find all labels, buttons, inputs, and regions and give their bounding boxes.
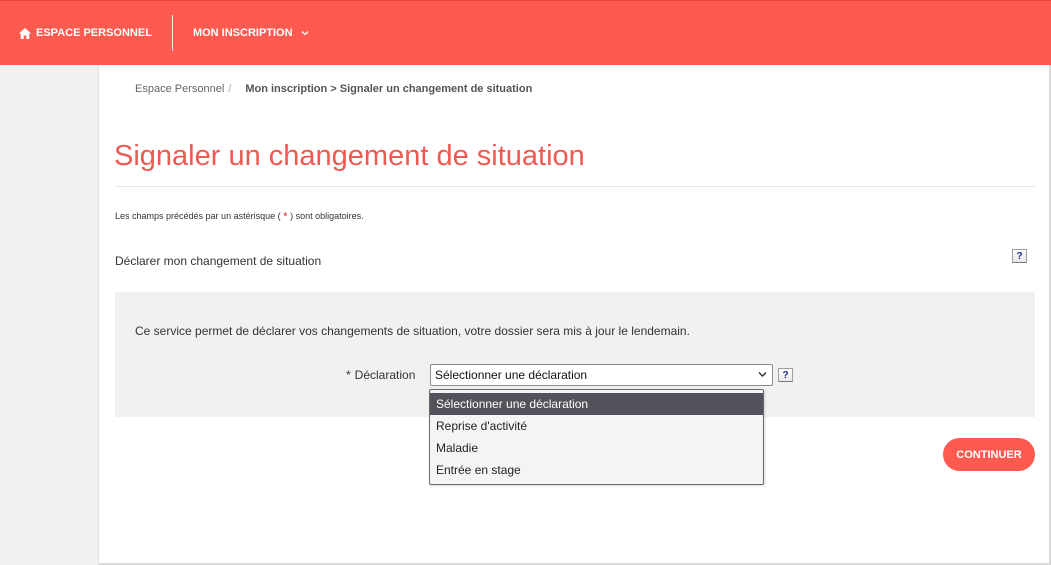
breadcrumb: Espace Personnel / Mon inscription > Sig… [135, 83, 532, 95]
nav-home-label: ESPACE PERSONNEL [36, 27, 152, 39]
required-note-before: Les champs précédés par un astérisque ( [115, 211, 281, 221]
title-divider [115, 186, 1035, 187]
breadcrumb-separator: / [228, 83, 232, 95]
breadcrumb-espace-personnel[interactable]: Espace Personnel [135, 83, 224, 95]
top-navigation-bar: ESPACE PERSONNEL MON INSCRIPTION [0, 0, 1051, 65]
required-fields-note: Les champs précédés par un astérisque (*… [115, 211, 364, 221]
required-note-after: ) sont obligatoires. [290, 211, 364, 221]
declaration-select[interactable]: Sélectionner une déclaration [430, 364, 773, 386]
nav-mon-inscription-menu[interactable]: MON INSCRIPTION [173, 27, 309, 39]
chevron-down-icon [301, 31, 309, 36]
dropdown-option-entree-stage[interactable]: Entrée en stage [430, 459, 763, 481]
declaration-required-mark: * [346, 368, 351, 382]
declaration-label: * Déclaration [346, 368, 415, 382]
dropdown-option-maladie[interactable]: Maladie [430, 437, 763, 459]
page-title: Signaler un changement de situation [114, 140, 585, 172]
section-title: Déclarer mon changement de situation [115, 254, 322, 268]
nav-inscription-label: MON INSCRIPTION [192, 27, 293, 39]
home-icon [19, 27, 31, 39]
declaration-select-value: Sélectionner une déclaration [435, 368, 588, 382]
left-gutter [0, 65, 99, 565]
dropdown-option-reprise-activite[interactable]: Reprise d'activité [430, 415, 763, 437]
dropdown-option-select[interactable]: Sélectionner une déclaration [430, 393, 763, 415]
section-help-button[interactable]: ? [1012, 249, 1027, 263]
continue-button[interactable]: CONTINUER [943, 438, 1035, 471]
declaration-help-button[interactable]: ? [778, 368, 793, 382]
breadcrumb-current: Mon inscription > Signaler un changement… [245, 83, 533, 95]
chevron-down-icon [758, 372, 767, 377]
service-description: Ce service permet de déclarer vos change… [135, 324, 690, 338]
required-asterisk: * [283, 211, 288, 221]
declaration-dropdown-list: Sélectionner une déclaration Reprise d'a… [429, 389, 764, 485]
declaration-label-text: Déclaration [354, 368, 416, 382]
nav-espace-personnel[interactable]: ESPACE PERSONNEL [0, 15, 172, 51]
